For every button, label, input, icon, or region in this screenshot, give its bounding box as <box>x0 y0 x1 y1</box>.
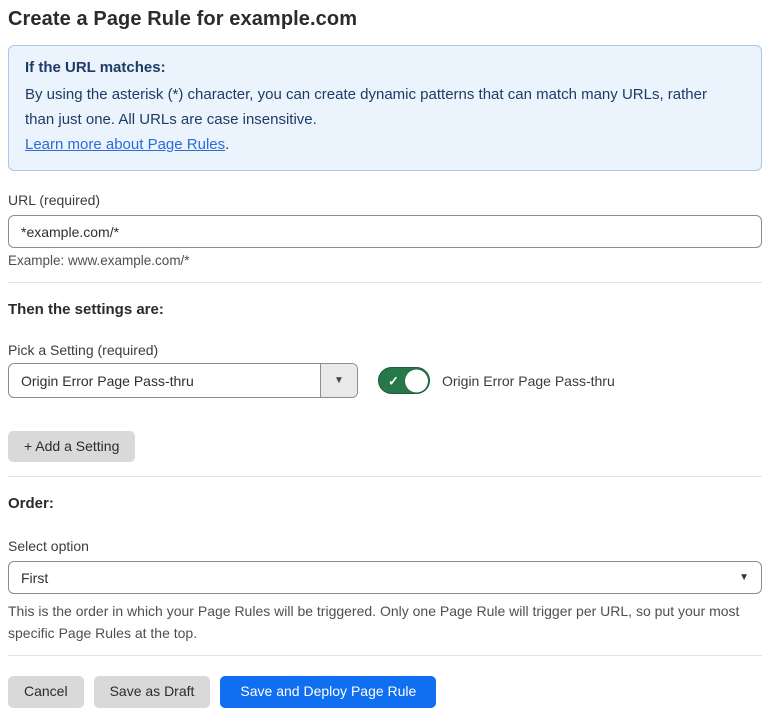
caret-down-icon: ▼ <box>334 375 344 386</box>
divider <box>8 282 762 283</box>
url-input[interactable] <box>8 215 762 248</box>
link-suffix: . <box>225 136 230 153</box>
divider <box>8 476 762 478</box>
toggle-label: Origin Error Page Pass-thru <box>442 372 615 389</box>
setting-dropdown-value: Origin Error Page Pass-thru <box>21 372 194 389</box>
setting-toggle[interactable]: ✓ <box>378 367 430 394</box>
toggle-wrap: ✓ Origin Error Page Pass-thru <box>378 367 615 394</box>
save-and-deploy-button[interactable]: Save and Deploy Page Rule <box>220 676 437 708</box>
info-box-body: By using the asterisk (*) character, you… <box>25 86 707 128</box>
add-setting-button[interactable]: + Add a Setting <box>8 431 136 463</box>
pick-setting-label: Pick a Setting (required) <box>8 342 159 358</box>
page-title: Create a Page Rule for example.com <box>8 8 358 30</box>
setting-row: Origin Error Page Pass-thru ▼ ✓ Origin E… <box>8 363 762 398</box>
learn-more-link[interactable]: Learn more about Page Rules <box>25 136 225 153</box>
order-select[interactable]: First ▼ <box>8 561 762 595</box>
footer-actions: Cancel Save as Draft Save and Deploy Pag… <box>8 676 762 708</box>
order-helper-text: This is the order in which your Page Rul… <box>8 603 740 642</box>
setting-dropdown[interactable]: Origin Error Page Pass-thru ▼ <box>8 363 358 398</box>
check-icon: ✓ <box>388 373 399 388</box>
select-option-label: Select option <box>8 538 89 555</box>
url-example-helper: Example: www.example.com/* <box>8 253 190 268</box>
caret-down-icon: ▼ <box>739 572 749 584</box>
url-field-label: URL (required) <box>8 192 101 208</box>
info-box-link-line: Learn more about Page Rules. <box>25 132 745 158</box>
save-as-draft-button[interactable]: Save as Draft <box>93 676 211 708</box>
setting-dropdown-caret-button[interactable]: ▼ <box>320 364 357 397</box>
cancel-button[interactable]: Cancel <box>8 676 84 708</box>
url-match-info-box: If the URL matches: By using the asteris… <box>8 45 762 171</box>
toggle-knob <box>405 369 428 392</box>
order-section-heading: Order: <box>8 495 54 513</box>
info-box-heading: If the URL matches: <box>25 59 166 76</box>
divider <box>8 655 762 657</box>
settings-section-heading: Then the settings are: <box>8 301 164 318</box>
order-select-value: First <box>21 569 49 586</box>
